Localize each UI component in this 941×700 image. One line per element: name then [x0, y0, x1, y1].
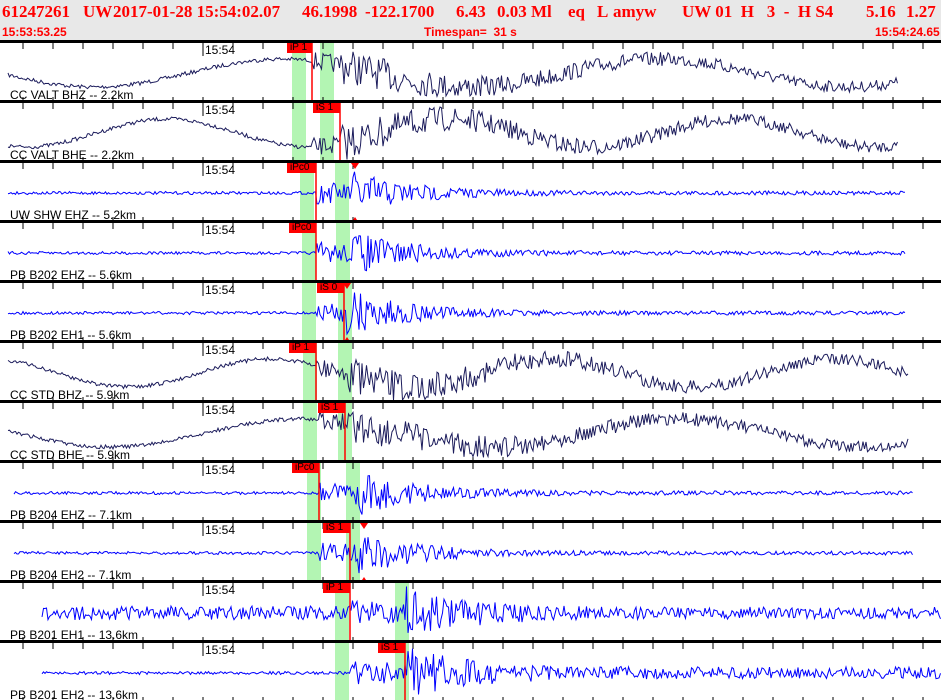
seismic-trace	[7, 235, 906, 272]
pick-marker-top	[351, 163, 359, 169]
waveform-plot	[7, 283, 924, 340]
timespan: Timespan= 31 s	[424, 25, 517, 39]
time-label: 15:54	[205, 463, 236, 477]
waveform-plot	[7, 403, 924, 460]
pick-window	[335, 643, 349, 700]
end-time: 15:54:24.65	[875, 25, 940, 39]
seismic-trace	[7, 350, 909, 400]
phase-pick-label[interactable]: iPc0	[292, 463, 319, 473]
time-label: 15:54	[205, 523, 236, 537]
waveform-plot	[7, 43, 924, 100]
event-network: UW	[83, 2, 113, 21]
seismic-trace	[7, 410, 909, 459]
phase-pick-label[interactable]: iS 1	[318, 403, 345, 413]
station-channel-label: UW SHW EHZ -- 5.2km	[10, 208, 136, 220]
time-label: 15:54	[205, 103, 236, 117]
value-1: 5.16	[866, 2, 896, 21]
origin-time: 2017-01-28 15:54:02.07	[113, 2, 281, 21]
time-label: 15:54	[205, 343, 236, 357]
phase-pick-label[interactable]: iS 1	[313, 103, 340, 113]
time-label: 15:54	[205, 583, 236, 597]
station-channel-label: CC VALT BHE -- 2.2km	[10, 148, 135, 160]
time-label: 15:54	[205, 643, 236, 657]
station-channel-label: CC VALT BHZ -- 2.2km	[10, 88, 134, 100]
waveform-plot	[22, 583, 941, 640]
pick-window	[320, 43, 334, 100]
seismogram-panel[interactable]: 15:54 iPc0 PB B204 EHZ -- 7.1km	[0, 460, 941, 520]
phase-pick-label[interactable]: iPc0	[287, 163, 316, 173]
time-label: 15:54	[205, 163, 236, 177]
station-channel-label: CC STD BHE -- 5.9km	[10, 448, 131, 460]
seismic-trace	[7, 51, 898, 98]
station-channel-label: CC STD BHZ -- 5.9km	[10, 388, 130, 400]
phase-pick-label[interactable]: iP 1	[323, 583, 350, 593]
event-id: 61247261	[2, 2, 70, 21]
seismic-trace	[13, 537, 913, 574]
seismic-trace	[7, 106, 898, 160]
station-channel-label: PB B204 EH2 -- 7.1km	[10, 568, 132, 580]
station-channel-label: PB B202 EH1 -- 5.6km	[10, 328, 132, 340]
seismogram-panel[interactable]: 15:54 iS 1 CC STD BHE -- 5.9km	[0, 400, 941, 460]
phase-pick-label[interactable]: iP 1	[287, 43, 312, 53]
phase-pick-label[interactable]: iP 1	[289, 343, 316, 353]
pick-window	[307, 523, 321, 580]
start-time: 15:53:53.25	[2, 25, 67, 39]
time-label: 15:54	[205, 43, 236, 57]
longitude: -122.1700	[365, 2, 435, 21]
geo-type: L	[597, 2, 609, 21]
pick-window	[302, 283, 316, 340]
waveform-plot	[22, 643, 941, 700]
seismic-trace	[41, 586, 941, 633]
phase-pick-label[interactable]: iS 1	[378, 643, 405, 653]
station-channel-label: PB B201 EH1 -- 13.6km	[10, 628, 139, 640]
phase-pick-label[interactable]: iS 1	[323, 523, 350, 533]
seismogram-panel[interactable]: 15:54 iS 1 CC VALT BHE -- 2.2km	[0, 100, 941, 160]
seismogram-panel[interactable]: 15:54 iP 1 CC VALT BHZ -- 2.2km	[0, 40, 941, 100]
seismogram-panel[interactable]: 15:54 iS 0 PB B202 EH1 -- 5.6km	[0, 280, 941, 340]
phase-pick-label[interactable]: iPc0	[289, 223, 316, 233]
event-type: eq	[568, 2, 585, 21]
waveform-plot	[7, 223, 924, 280]
waveform-plot	[7, 103, 924, 160]
subsource-info: UW 01 H 3 - H S4	[682, 2, 834, 21]
seismogram-panel[interactable]: 15:54 iPc0 UW SHW EHZ -- 5.2km	[0, 160, 941, 220]
waveform-plot	[13, 523, 924, 580]
seismic-trace	[13, 475, 913, 515]
phase-pick-label[interactable]: iS 0	[317, 283, 344, 293]
waveform-plot	[7, 343, 924, 400]
seismogram-panel[interactable]: 15:54 iP 1 CC STD BHZ -- 5.9km	[0, 340, 941, 400]
seismic-trace	[7, 171, 906, 205]
seismogram-panel[interactable]: 15:54 iP 1 PB B201 EH1 -- 13.6km	[0, 580, 941, 640]
analyst: amyw	[613, 2, 657, 21]
seismogram-panel[interactable]: 15:54 iPc0 PB B202 EHZ -- 5.6km	[0, 220, 941, 280]
time-label: 15:54	[205, 283, 236, 297]
magnitude: 0.03 Ml	[497, 2, 552, 21]
station-channel-label: PB B204 EHZ -- 7.1km	[10, 508, 133, 520]
pick-window	[303, 403, 317, 460]
seismogram-panel[interactable]: 15:54 iS 1 PB B204 EH2 -- 7.1km	[0, 520, 941, 580]
value-2: 1.27	[906, 2, 936, 21]
pick-marker-top	[360, 523, 368, 529]
seismic-trace	[41, 648, 941, 695]
depth: 6.43	[456, 2, 486, 21]
pick-window	[292, 103, 306, 160]
time-label: 15:54	[205, 403, 236, 417]
seismic-trace	[7, 292, 906, 336]
station-channel-label: PB B202 EHZ -- 5.6km	[10, 268, 133, 280]
latitude: 46.1998	[302, 2, 358, 21]
event-header: 61247261 UW 2017-01-28 15:54:02.07 46.19…	[0, 0, 941, 40]
station-channel-label: PB B201 EH2 -- 13.6km	[10, 688, 139, 700]
waveform-plot	[13, 463, 924, 520]
seismogram-panel[interactable]: 15:54 iS 1 PB B201 EH2 -- 13.6km	[0, 640, 941, 700]
time-label: 15:54	[205, 223, 236, 237]
waveform-plot	[7, 163, 924, 220]
